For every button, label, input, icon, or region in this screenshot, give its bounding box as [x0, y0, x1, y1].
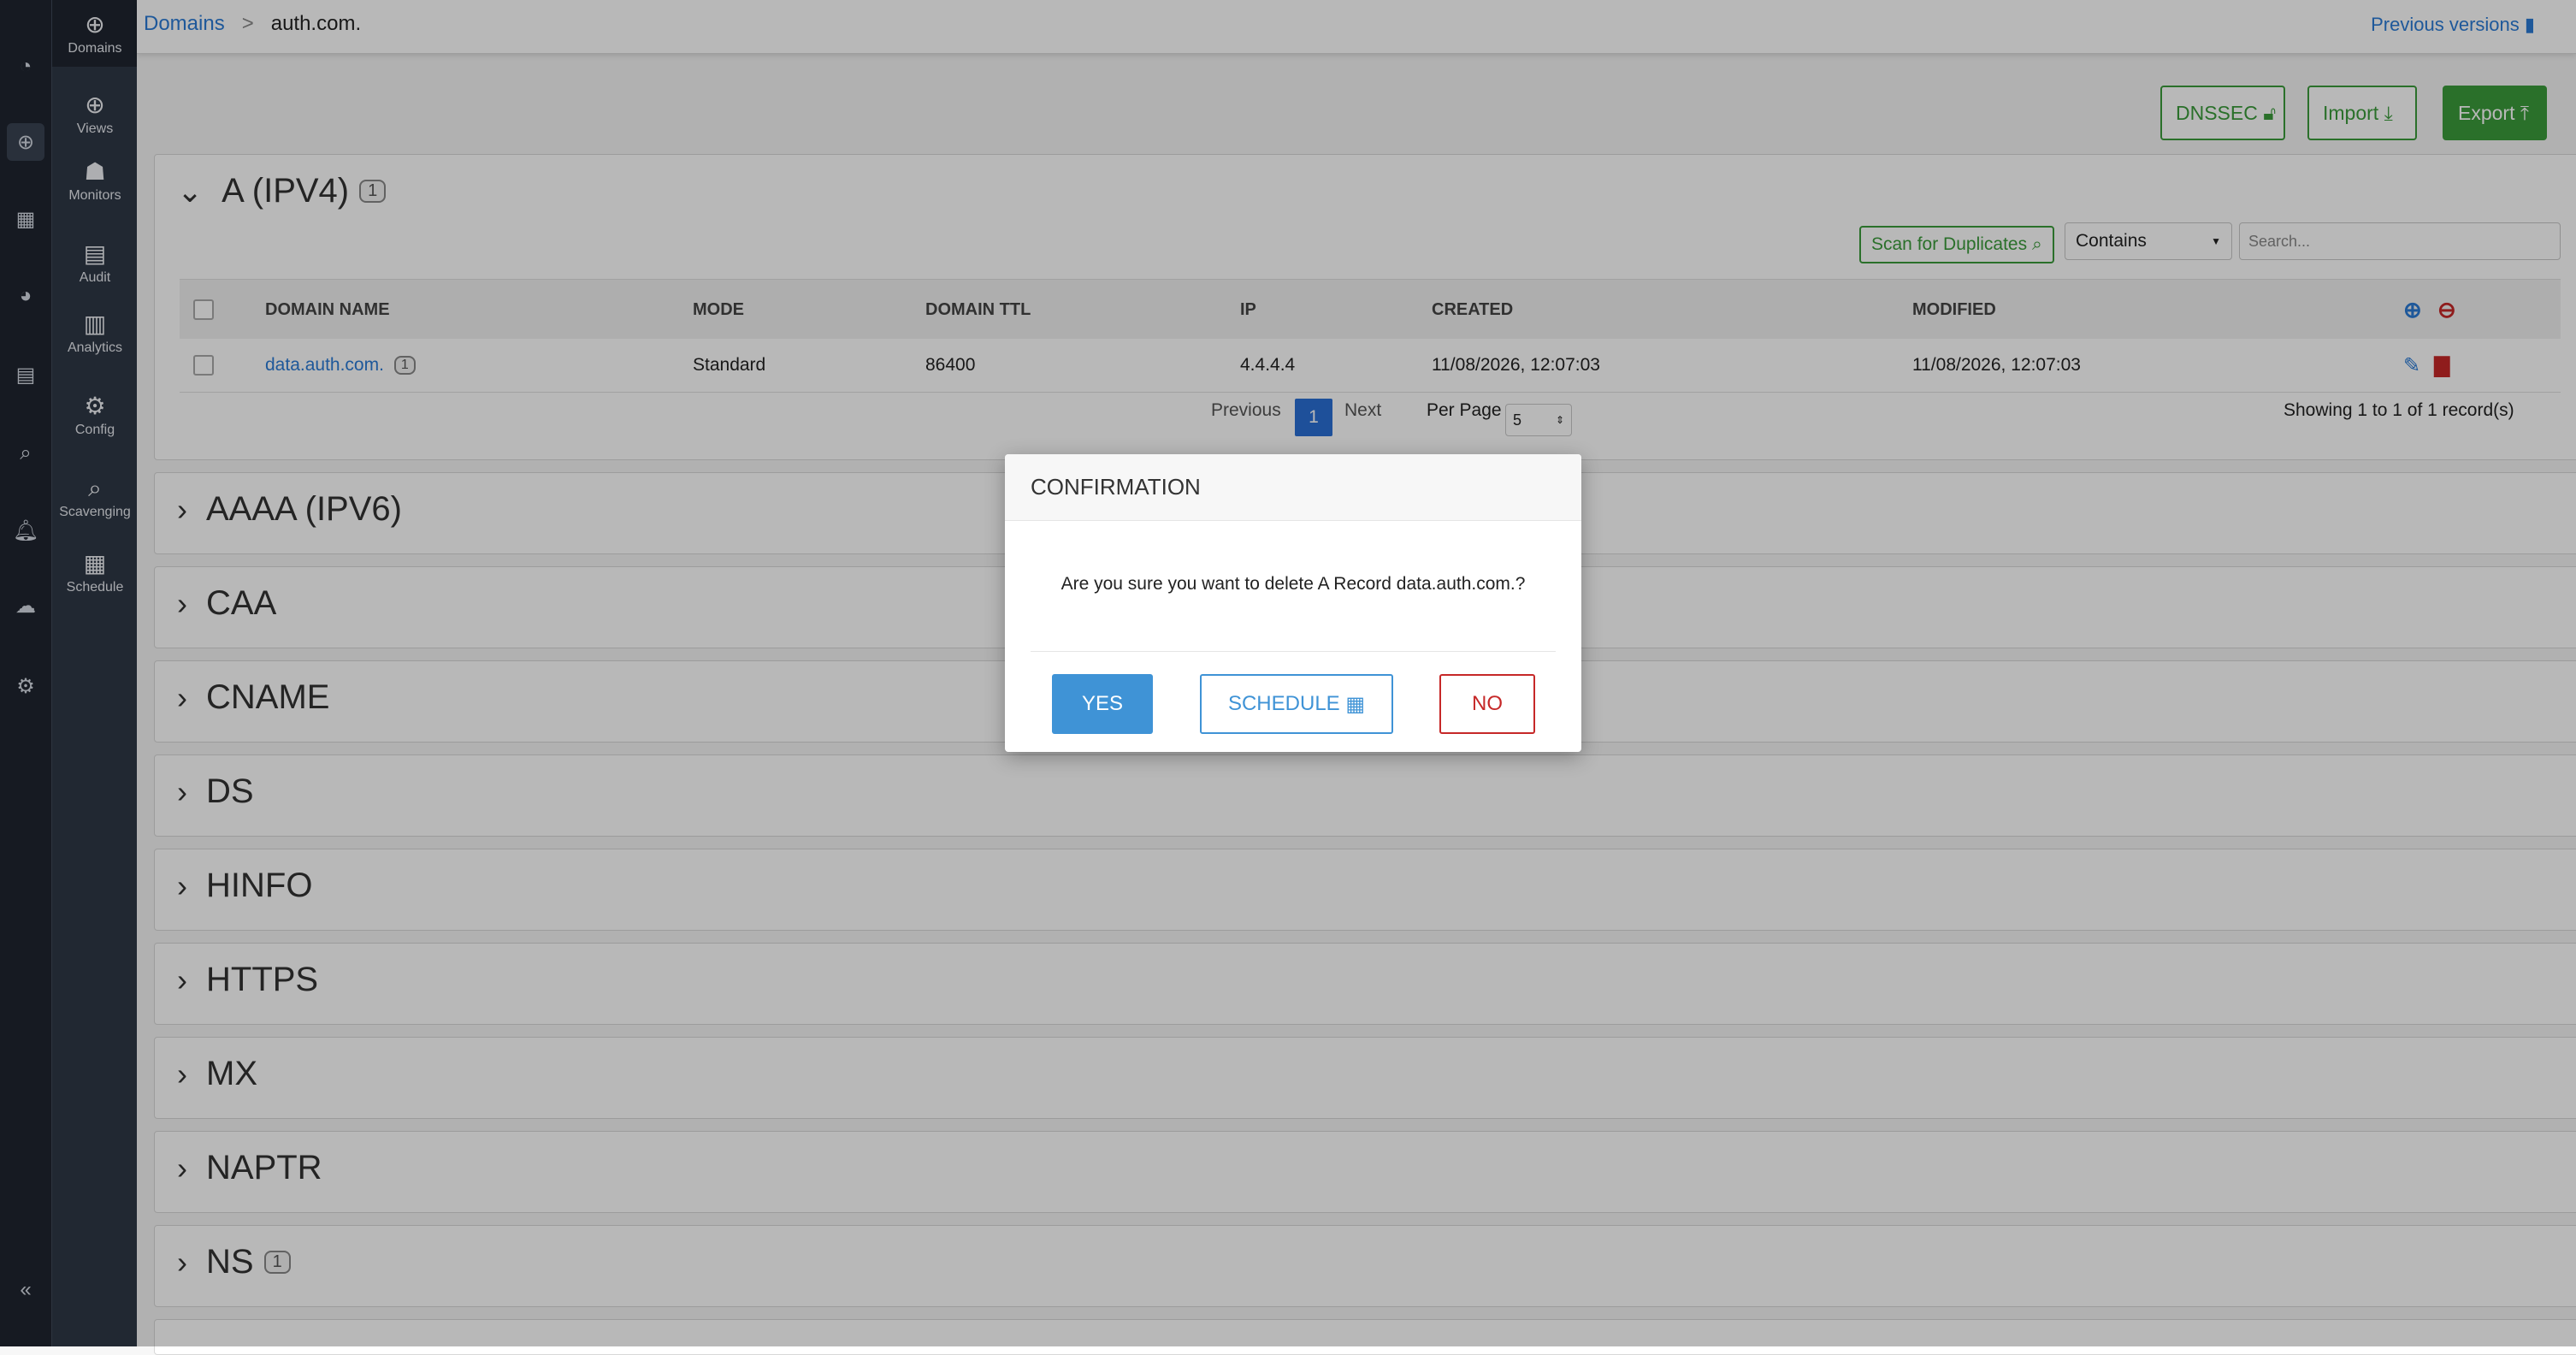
- confirmation-dialog: CONFIRMATION Are you sure you want to de…: [1005, 454, 1581, 752]
- no-button[interactable]: NO: [1439, 674, 1535, 734]
- yes-button[interactable]: YES: [1052, 674, 1153, 734]
- schedule-button[interactable]: SCHEDULE ▦: [1200, 674, 1393, 734]
- divider: [1031, 651, 1556, 652]
- calendar-icon: ▦: [1345, 692, 1366, 716]
- dialog-title: CONFIRMATION: [1005, 454, 1581, 521]
- dialog-message: Are you sure you want to delete A Record…: [1061, 574, 1526, 594]
